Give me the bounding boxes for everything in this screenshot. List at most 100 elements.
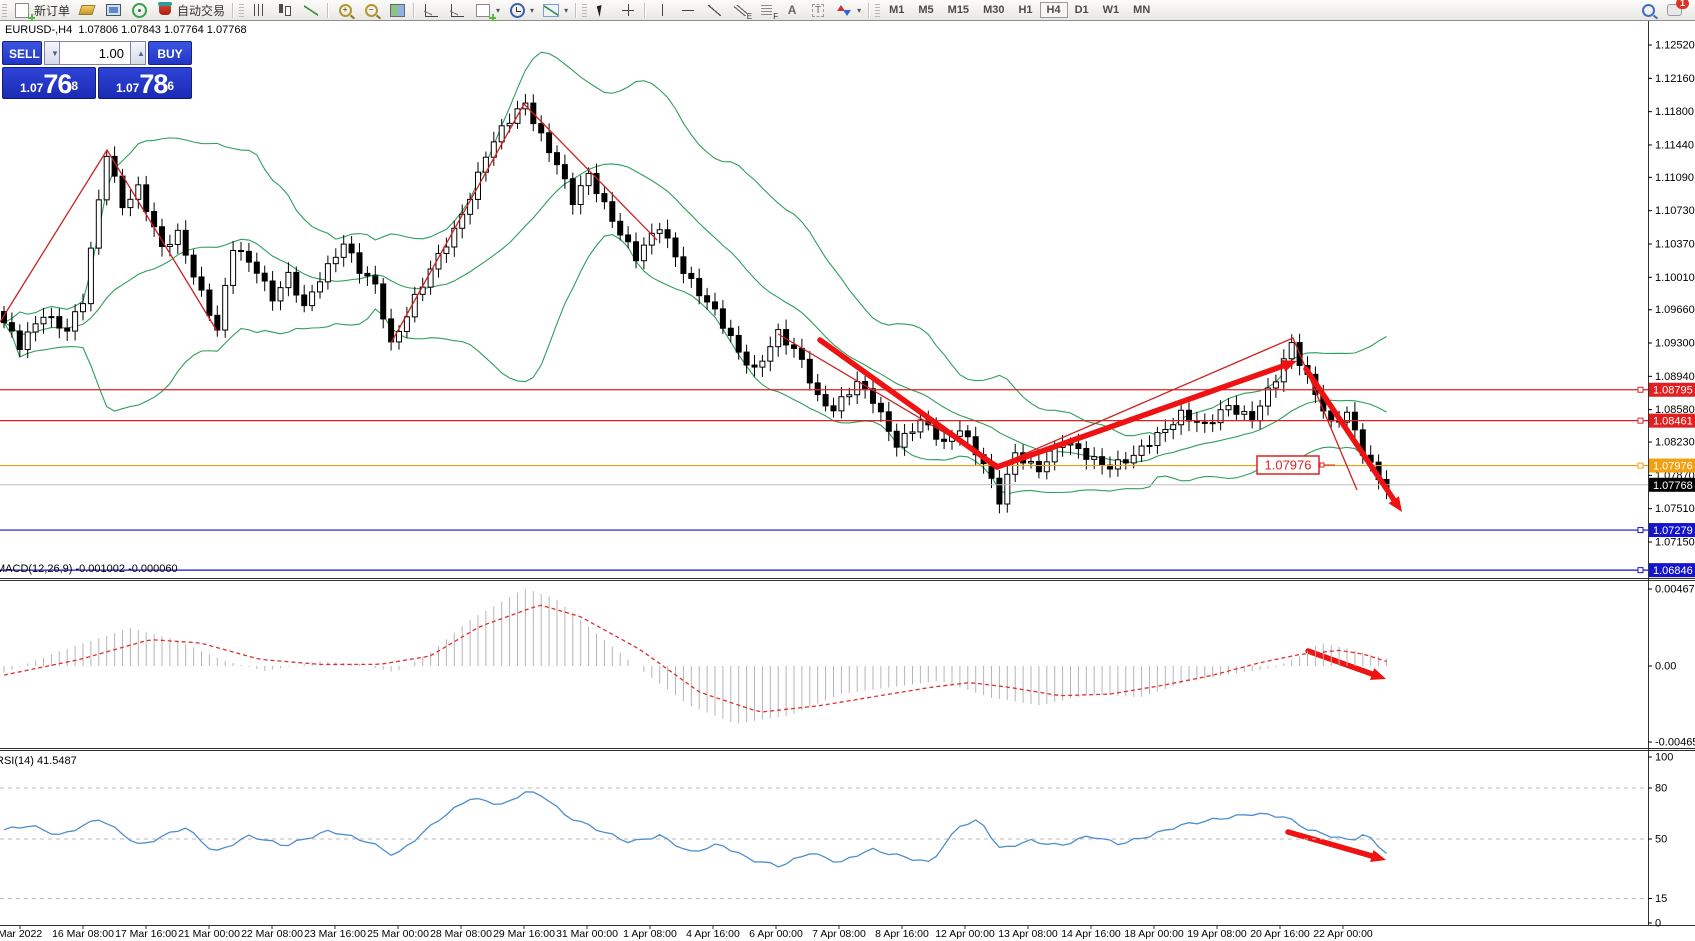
text-tool-button[interactable]: A xyxy=(779,1,805,19)
new-chart-icon xyxy=(474,2,492,18)
arrows-icon xyxy=(835,2,853,18)
one-click-trading-panel: SELL ▼ ▲ BUY 1.07768 1.07786 xyxy=(2,41,192,97)
volume-input[interactable] xyxy=(59,41,131,65)
text-label-tool-button[interactable]: T xyxy=(805,1,831,19)
rsi-pane: RSI(14) 41.5487 xyxy=(0,755,1648,899)
pane-separators[interactable] xyxy=(0,20,1695,926)
trade-panel-price-row: 1.07768 1.07786 xyxy=(2,67,192,97)
svg-text:20 Apr 16:00: 20 Apr 16:00 xyxy=(1250,928,1310,940)
navigator-button[interactable] xyxy=(100,1,126,19)
buy-price-box[interactable]: 1.07786 xyxy=(98,67,192,99)
toolbar-grip[interactable] xyxy=(2,3,7,17)
toolbar-separator xyxy=(868,3,870,18)
line-chart-mode-button[interactable] xyxy=(298,1,324,19)
chart-shift-button[interactable] xyxy=(444,1,470,19)
periods-button[interactable]: ▾ xyxy=(504,1,538,19)
toolbar-grip[interactable] xyxy=(239,3,244,17)
navigator-icon xyxy=(104,2,122,18)
svg-text:1.09300: 1.09300 xyxy=(1655,338,1695,350)
timeframe-m15-button[interactable]: M15 xyxy=(941,2,976,18)
main-toolbar: 新订单 自动交易 + − ▾ ▾ ▾ E F A T ▾ M1 M5 M15 M… xyxy=(0,0,1695,21)
svg-text:21 Mar 00:00: 21 Mar 00:00 xyxy=(178,928,240,940)
svg-text:1.12520: 1.12520 xyxy=(1655,40,1695,52)
templates-button[interactable]: ▾ xyxy=(538,1,572,19)
toolbar-separator xyxy=(575,3,577,18)
template-icon xyxy=(542,2,560,18)
auto-trading-button[interactable]: 自动交易 xyxy=(152,1,229,19)
sell-price-pip: 8 xyxy=(71,68,78,104)
svg-text:17 Mar 16:00: 17 Mar 16:00 xyxy=(115,928,177,940)
toolbar-separator xyxy=(644,3,646,18)
sell-price-box[interactable]: 1.07768 xyxy=(2,67,96,99)
toolbar-separator xyxy=(327,3,329,18)
svg-text:1.07768: 1.07768 xyxy=(1653,480,1693,492)
notifications-button[interactable]: 1 xyxy=(1661,1,1687,19)
svg-text:1.07279: 1.07279 xyxy=(1653,525,1693,537)
bar-chart-mode-button[interactable] xyxy=(246,1,272,19)
horizontal-line-icon xyxy=(679,2,697,18)
auto-scroll-button[interactable] xyxy=(418,1,444,19)
svg-text:1.11800: 1.11800 xyxy=(1655,106,1694,118)
zoom-in-button[interactable]: + xyxy=(332,1,358,19)
sell-price-prefix: 1.07 xyxy=(20,78,43,98)
timeframe-m30-button[interactable]: M30 xyxy=(976,2,1011,18)
zoom-out-button[interactable]: − xyxy=(358,1,384,19)
horizontal-line-tool-button[interactable] xyxy=(675,1,701,19)
svg-text:100: 100 xyxy=(1655,752,1673,764)
timeframe-mn-button[interactable]: MN xyxy=(1126,2,1157,18)
vertical-line-tool-button[interactable] xyxy=(649,1,675,19)
svg-text:80: 80 xyxy=(1655,783,1667,795)
zoom-out-icon: − xyxy=(362,2,380,18)
candlestick-mode-button[interactable] xyxy=(272,1,298,19)
rsi-axis: 1008050150 xyxy=(1648,752,1673,930)
equidistant-channel-icon: E xyxy=(731,2,749,18)
svg-text:4 Apr 16:00: 4 Apr 16:00 xyxy=(686,928,740,940)
volume-decrease-button[interactable]: ▼ xyxy=(44,41,60,65)
market-watch-button[interactable] xyxy=(74,1,100,19)
svg-text:23 Mar 16:00: 23 Mar 16:00 xyxy=(304,928,366,940)
svg-text:1.09660: 1.09660 xyxy=(1655,304,1695,316)
sell-button[interactable]: SELL xyxy=(2,41,42,65)
volume-increase-button[interactable]: ▲ xyxy=(130,41,146,65)
toolbar-grip[interactable] xyxy=(582,3,587,17)
timeframe-h4-button[interactable]: H4 xyxy=(1040,2,1068,18)
cursor-tool-button[interactable] xyxy=(589,1,615,19)
time-axis[interactable]: Mar 202216 Mar 08:0017 Mar 16:0021 Mar 0… xyxy=(0,926,1373,941)
price-axis[interactable]: 1.125201.121601.118001.114401.110901.107… xyxy=(1648,40,1695,578)
svg-text:1.07510: 1.07510 xyxy=(1655,503,1695,515)
cursor-icon xyxy=(593,2,611,18)
new-order-label: 新订单 xyxy=(34,2,70,19)
timeframe-m1-button[interactable]: M1 xyxy=(882,2,911,18)
line-chart-icon xyxy=(302,2,320,18)
candlestick-icon xyxy=(276,2,294,18)
zoom-in-icon: + xyxy=(336,2,354,18)
timeframe-d1-button[interactable]: D1 xyxy=(1068,2,1096,18)
new-order-button[interactable]: 新订单 xyxy=(9,1,74,19)
dropdown-arrow-icon: ▾ xyxy=(530,6,534,15)
svg-text:8 Apr 16:00: 8 Apr 16:00 xyxy=(875,928,929,940)
crosshair-tool-button[interactable] xyxy=(615,1,641,19)
terminal-button[interactable] xyxy=(126,1,152,19)
tile-windows-button[interactable] xyxy=(384,1,410,19)
arrows-tool-button[interactable]: ▾ xyxy=(831,1,865,19)
toolbar-grip[interactable] xyxy=(875,3,880,17)
svg-text:1.07150: 1.07150 xyxy=(1655,536,1695,548)
search-button[interactable] xyxy=(1635,1,1661,19)
svg-text:-0.004657: -0.004657 xyxy=(1655,737,1695,749)
buy-button[interactable]: BUY xyxy=(148,41,192,65)
channel-tool-button[interactable]: E xyxy=(727,1,753,19)
svg-text:25 Mar 00:00: 25 Mar 00:00 xyxy=(367,928,429,940)
timeframe-h1-button[interactable]: H1 xyxy=(1011,2,1039,18)
svg-text:22 Mar 08:00: 22 Mar 08:00 xyxy=(241,928,303,940)
timeframe-m5-button[interactable]: M5 xyxy=(911,2,940,18)
fibonacci-tool-button[interactable]: F xyxy=(753,1,779,19)
new-chart-button[interactable]: ▾ xyxy=(470,1,504,19)
svg-text:18 Apr 00:00: 18 Apr 00:00 xyxy=(1124,928,1184,940)
timeframe-w1-button[interactable]: W1 xyxy=(1096,2,1127,18)
svg-text:50: 50 xyxy=(1655,834,1667,846)
svg-text:13 Apr 08:00: 13 Apr 08:00 xyxy=(998,928,1058,940)
text-icon: A xyxy=(783,2,801,18)
svg-text:0.00: 0.00 xyxy=(1655,661,1676,673)
trendline-tool-button[interactable] xyxy=(701,1,727,19)
price-callout-box[interactable]: 1.07976 xyxy=(1257,456,1335,474)
